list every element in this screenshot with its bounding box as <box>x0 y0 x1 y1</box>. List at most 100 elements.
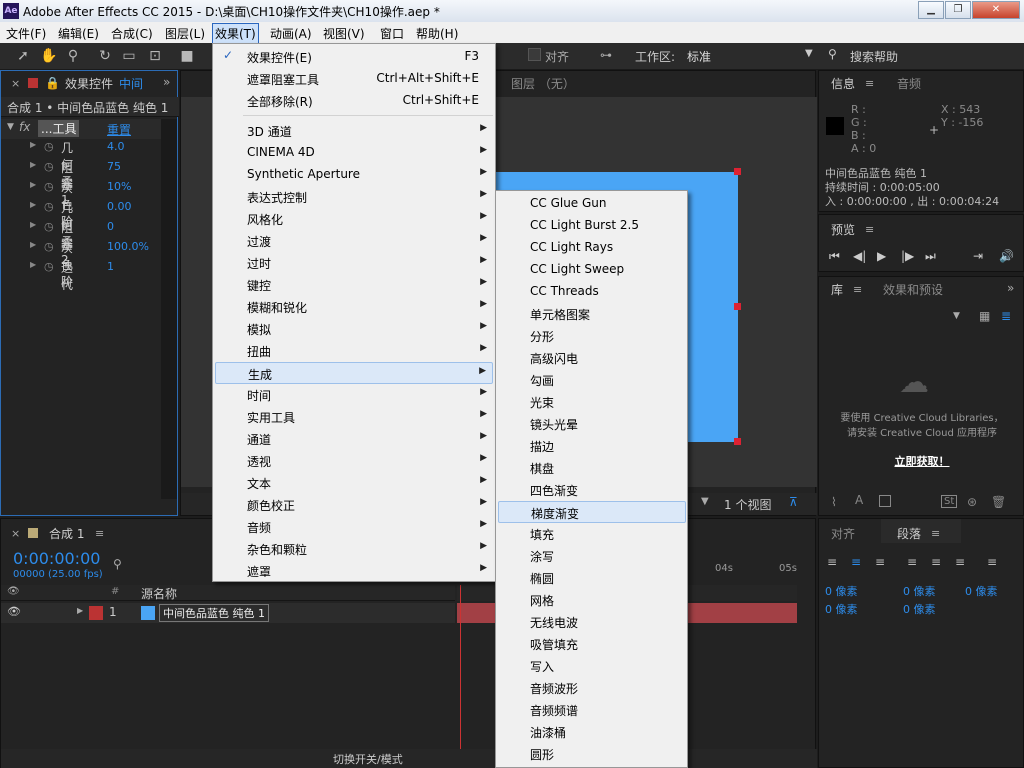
indent-right-field[interactable]: 0 像素 <box>825 601 858 617</box>
previous-frame-icon[interactable]: ◀| <box>853 249 866 263</box>
effect-menu-item[interactable]: 3D 通道 ▶ <box>215 120 493 142</box>
layer-handle[interactable] <box>734 438 741 445</box>
tab-libraries[interactable]: 库 <box>831 281 843 298</box>
generate-menu-item[interactable]: CC Light Rays <box>498 237 686 259</box>
tab-info[interactable]: 信息 <box>831 75 855 92</box>
snapping-icon[interactable]: ⊶ <box>600 48 612 62</box>
lock-icon[interactable]: 🔒 <box>45 76 60 90</box>
tab-effects-presets[interactable]: 效果和预设 <box>883 281 943 298</box>
workspace-dropdown-icon[interactable]: ▼ <box>805 48 813 59</box>
space-before-field[interactable]: 0 像素 <box>903 583 936 599</box>
indent-left-field[interactable]: 0 像素 <box>825 583 858 599</box>
generate-menu-item[interactable]: 镜头光晕 <box>498 413 686 435</box>
effect-menu-item[interactable]: Synthetic Aperture ▶ <box>215 164 493 186</box>
last-frame-icon[interactable]: ⏭ <box>925 249 936 264</box>
list-view-icon[interactable]: ≣ <box>1001 309 1011 323</box>
layer-name[interactable]: 中间色品蓝色 纯色 1 <box>159 604 269 622</box>
effect-menu-item[interactable]: 文本 ▶ <box>215 472 493 494</box>
generate-menu-item[interactable]: 高级闪电 <box>498 347 686 369</box>
next-frame-icon[interactable]: |▶ <box>901 249 914 263</box>
generate-menu-item[interactable]: CC Threads <box>498 281 686 303</box>
trash-icon[interactable]: 🗑 <box>991 495 1006 509</box>
effect-menu-item[interactable]: 实用工具 ▶ <box>215 406 493 428</box>
effect-name[interactable]: ...工具 <box>38 120 80 137</box>
indent-first-field[interactable]: 0 像素 <box>965 583 998 599</box>
effect-menu-item[interactable]: 模糊和锐化 ▶ <box>215 296 493 318</box>
loop-icon[interactable]: ⇥ <box>973 249 983 263</box>
align-checkbox[interactable] <box>528 48 541 61</box>
effect-menu-item[interactable]: CINEMA 4D ▶ <box>215 142 493 164</box>
selection-tool-icon[interactable]: ➚ <box>14 47 32 65</box>
menu-effect[interactable]: 效果(T) <box>212 23 259 44</box>
rotate-tool-icon[interactable]: ↻ <box>96 47 114 65</box>
view-options-icon[interactable]: ⊼ <box>789 495 798 509</box>
generate-menu-item[interactable]: 油漆桶 <box>498 721 686 743</box>
tab-layer[interactable]: 图层 （无） <box>511 75 575 92</box>
workspace-select[interactable]: 标准 <box>687 48 711 65</box>
timeline-menu-icon[interactable]: ≡ <box>95 527 104 540</box>
libraries-menu-icon[interactable]: ≡ <box>853 283 862 296</box>
link-icon[interactable]: ⊛ <box>967 495 977 509</box>
effect-menu-item[interactable]: 杂色和颗粒 ▶ <box>215 538 493 560</box>
search-help-input[interactable]: 搜索帮助 <box>850 48 898 65</box>
shape-icon[interactable] <box>879 495 891 507</box>
generate-menu-item[interactable]: 音频频谱 <box>498 699 686 721</box>
generate-menu-item[interactable]: 涂写 <box>498 545 686 567</box>
justify-center-icon[interactable]: ≡ <box>931 555 941 569</box>
align-center-icon[interactable]: ≡ <box>851 555 861 569</box>
fx-icon[interactable]: fx <box>19 120 30 134</box>
grid-view-icon[interactable]: ▦ <box>979 309 990 323</box>
effect-menu-item[interactable]: 生成 ▶ <box>215 362 493 384</box>
effect-menu-item[interactable]: 表达式控制 ▶ <box>215 186 493 208</box>
tab-composition[interactable]: 合成 1 <box>49 525 84 542</box>
menu-view[interactable]: 视图(V) <box>323 25 365 42</box>
generate-menu-item[interactable]: 网格 <box>498 589 686 611</box>
zoom-tool-icon[interactable]: ⚲ <box>64 47 82 65</box>
align-right-icon[interactable]: ≡ <box>875 555 885 569</box>
menu-animation[interactable]: 动画(A) <box>270 25 312 42</box>
view-count-select[interactable]: 1 个视图 <box>724 496 771 513</box>
menu-file[interactable]: 文件(F) <box>6 25 46 42</box>
effect-menu-item[interactable]: 过渡 ▶ <box>215 230 493 252</box>
menu-window[interactable]: 窗口 <box>380 25 404 42</box>
generate-menu-item[interactable]: CC Light Sweep <box>498 259 686 281</box>
panel-expand-icon[interactable]: » <box>1007 281 1014 295</box>
generate-menu-item[interactable]: 棋盘 <box>498 457 686 479</box>
justify-all-icon[interactable]: ≡ <box>987 555 997 569</box>
generate-menu-item[interactable]: 填充 <box>498 523 686 545</box>
timeline-search-icon[interactable]: ⚲ <box>113 557 122 571</box>
effect-menu-item[interactable]: 遮罩 ▶ <box>215 560 493 582</box>
preview-menu-icon[interactable]: ≡ <box>865 223 874 236</box>
playhead[interactable] <box>460 585 461 759</box>
panel-expand-icon[interactable]: » <box>163 75 170 89</box>
expand-icon[interactable]: ▼ <box>7 122 14 132</box>
view-layout-dropdown-icon[interactable]: ▼ <box>701 496 709 507</box>
pan-behind-tool-icon[interactable]: ⊡ <box>146 47 164 65</box>
generate-menu-item[interactable]: 分形 <box>498 325 686 347</box>
first-frame-icon[interactable]: ⏮ <box>829 249 840 264</box>
generate-menu-item[interactable]: 椭圆 <box>498 567 686 589</box>
justify-left-icon[interactable]: ≡ <box>907 555 917 569</box>
tab-effect-controls-extra[interactable]: 中间 <box>119 75 143 92</box>
tab-preview[interactable]: 预览 <box>831 221 855 238</box>
menu-help[interactable]: 帮助(H) <box>416 25 458 42</box>
menu-layer[interactable]: 图层(L) <box>165 25 205 42</box>
effect-menu-item[interactable]: 透视 ▶ <box>215 450 493 472</box>
maximize-button[interactable]: ❐ <box>945 1 971 19</box>
generate-menu-item[interactable]: 描边 <box>498 435 686 457</box>
generate-menu-item[interactable]: 写入 <box>498 655 686 677</box>
generate-menu-item[interactable]: 单元格图案 <box>498 303 686 325</box>
space-after-field[interactable]: 0 像素 <box>903 601 936 617</box>
mute-icon[interactable]: 🔊 <box>999 249 1014 263</box>
stock-icon[interactable]: St <box>941 495 958 508</box>
effect-menu-item[interactable]: ✓ 效果控件(E) F3 <box>215 46 493 68</box>
layer-handle[interactable] <box>734 303 741 310</box>
tab-align[interactable]: 对齐 <box>831 525 855 542</box>
shape-tool-icon[interactable]: ■ <box>178 47 196 65</box>
effect-menu-item[interactable]: 时间 ▶ <box>215 384 493 406</box>
get-now-link[interactable]: 立即获取！ <box>819 453 1024 469</box>
generate-menu-item[interactable]: 音频波形 <box>498 677 686 699</box>
generate-menu-item[interactable]: 吸管填充 <box>498 633 686 655</box>
panel-close-icon[interactable]: × <box>11 527 20 540</box>
layer-expand-icon[interactable]: ▶ <box>77 606 83 615</box>
